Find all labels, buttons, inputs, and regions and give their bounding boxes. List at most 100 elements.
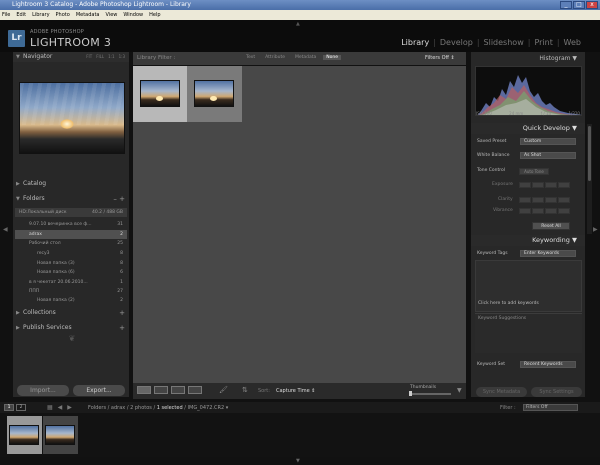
grid-cell[interactable] [187, 66, 242, 122]
nav-fit[interactable]: FIT [86, 52, 92, 62]
grid-cell-selected[interactable] [133, 66, 188, 122]
clarity-up[interactable] [545, 197, 557, 203]
filmstrip-filter-dropdown[interactable]: Filters Off [523, 404, 578, 411]
vibrance-up[interactable] [545, 208, 557, 214]
menu-photo[interactable]: Photo [56, 10, 70, 20]
filmstrip-thumbnail[interactable] [9, 425, 39, 445]
navigator-preview[interactable] [19, 82, 125, 154]
painter-icon[interactable]: 🖌 [219, 386, 228, 394]
folder-row-selected[interactable]: adrax 2 [15, 230, 127, 239]
reset-all-button[interactable]: Reset All [532, 222, 570, 230]
exposure-up[interactable] [545, 182, 557, 188]
grid-view-icon[interactable] [137, 386, 151, 394]
navigator-header[interactable]: ▼ Navigator FIT FILL 1:1 1:3 [13, 52, 129, 62]
photo-thumbnail[interactable] [140, 80, 180, 107]
module-web[interactable]: Web [560, 38, 585, 47]
sort-direction-icon[interactable]: ⇅ [242, 386, 248, 394]
close-button[interactable]: x [586, 1, 598, 9]
folder-row[interactable]: 9.07.10 вечеринка все ф... 31 [15, 220, 127, 229]
catalog-header[interactable]: ▶ Catalog [13, 179, 129, 189]
menu-help[interactable]: Help [149, 10, 160, 20]
module-slideshow[interactable]: Slideshow [480, 38, 528, 47]
add-collection-icon[interactable]: + [119, 308, 125, 318]
folder-row[interactable]: ППП 27 [15, 287, 127, 296]
menu-edit[interactable]: Edit [16, 10, 26, 20]
menu-metadata[interactable]: Metadata [76, 10, 100, 20]
menu-window[interactable]: Window [123, 10, 143, 20]
back-arrow-icon[interactable]: ◀ [58, 404, 63, 411]
folder-row[interactable]: в я чекетат 20.06.2010... 1 [15, 278, 127, 287]
folder-row[interactable]: Рабочий стол 25 [15, 239, 127, 248]
keyword-tags-dropdown[interactable]: Enter Keywords [520, 250, 576, 257]
nav-1-1[interactable]: 1:1 [108, 52, 114, 62]
drive-row[interactable]: HD:Локальный диск 40.2 / 488 GB [15, 208, 127, 217]
slider-handle[interactable] [409, 391, 412, 396]
compare-view-icon[interactable] [171, 386, 185, 394]
exposure-up-large[interactable] [558, 182, 570, 188]
folder-row[interactable]: Новая папка (3) 8 [15, 259, 127, 268]
right-panel-scrollbar[interactable] [587, 124, 592, 234]
folders-header[interactable]: ▼ Folders – + [13, 194, 129, 204]
publish-services-header[interactable]: ▶ Publish Services + [13, 323, 129, 333]
filter-presets-dropdown[interactable]: Filters Off ⇕ [425, 55, 455, 61]
clarity-down[interactable] [532, 197, 544, 203]
menu-library[interactable]: Library [32, 10, 49, 20]
keyword-set-dropdown[interactable]: Recent Keywords [520, 361, 576, 368]
folder-row[interactable]: recy3 8 [15, 249, 127, 258]
quick-develop-header[interactable]: Quick Develop ▼ [471, 123, 585, 134]
sort-dropdown[interactable]: Capture Time ⇕ [276, 388, 316, 394]
folder-row[interactable]: Новая папка (2) 2 [15, 296, 127, 305]
exposure-down[interactable] [532, 182, 544, 188]
vibrance-up-large[interactable] [558, 208, 570, 214]
add-publish-icon[interactable]: + [119, 323, 125, 333]
filmstrip-breadcrumb[interactable]: Folders / adrax / 2 photos / 1 selected … [88, 405, 228, 411]
module-develop[interactable]: Develop [436, 38, 477, 47]
import-button[interactable]: Import... [17, 385, 69, 396]
forward-arrow-icon[interactable]: ▶ [67, 404, 72, 411]
clarity-up-large[interactable] [558, 197, 570, 203]
histogram-header[interactable]: Histogram ▼ [471, 52, 585, 65]
histogram-chart[interactable] [475, 66, 582, 116]
saved-preset-dropdown[interactable]: Custom [520, 138, 576, 145]
filter-none-button[interactable]: None [323, 55, 342, 60]
nav-fill[interactable]: FILL [96, 52, 104, 62]
menu-view[interactable]: View [106, 10, 118, 20]
nav-1-3[interactable]: 1:3 [119, 52, 125, 62]
filter-text-button[interactable]: Text [243, 55, 258, 60]
module-print[interactable]: Print [530, 38, 556, 47]
auto-tone-button[interactable]: Auto Tone [519, 168, 549, 175]
menu-file[interactable]: File [2, 10, 10, 20]
display-2-button[interactable]: 2 [16, 404, 26, 411]
export-button[interactable]: Export... [73, 385, 125, 396]
bottom-panel-toggle-icon[interactable]: ▼ [296, 458, 300, 464]
thumbnail-size-slider[interactable] [409, 391, 451, 396]
minimize-button[interactable]: _ [560, 1, 572, 9]
toolbar-menu-icon[interactable]: ▼ [457, 387, 462, 394]
top-panel-toggle-icon[interactable]: ▲ [296, 21, 300, 27]
exposure-down-large[interactable] [519, 182, 531, 188]
module-library[interactable]: Library [397, 38, 433, 47]
left-panel-toggle-icon[interactable]: ◀ [3, 226, 8, 233]
right-panel-toggle-icon[interactable]: ▶ [593, 226, 598, 233]
filter-attribute-button[interactable]: Attribute [262, 55, 288, 60]
collections-header[interactable]: ▶ Collections + [13, 308, 129, 318]
clarity-down-large[interactable] [519, 197, 531, 203]
keywording-header[interactable]: Keywording ▼ [471, 235, 585, 246]
add-folder-icon[interactable]: – + [113, 194, 125, 204]
white-balance-dropdown[interactable]: As Shot [520, 152, 576, 159]
vibrance-down-large[interactable] [519, 208, 531, 214]
filter-metadata-button[interactable]: Metadata [292, 55, 319, 60]
sync-settings-button[interactable]: Sync Settings [531, 387, 582, 397]
loupe-view-icon[interactable] [154, 386, 168, 394]
filmstrip-cell[interactable] [43, 416, 78, 454]
maximize-button[interactable]: □ [573, 1, 585, 9]
vibrance-down[interactable] [532, 208, 544, 214]
display-1-button[interactable]: 1 [4, 404, 14, 411]
filmstrip-cell-selected[interactable] [7, 416, 42, 454]
filmstrip-thumbnail[interactable] [45, 425, 75, 445]
sync-metadata-button[interactable]: Sync Metadata [476, 387, 527, 397]
grid-icon[interactable]: ▦ [47, 404, 53, 411]
survey-view-icon[interactable] [188, 386, 202, 394]
photo-thumbnail[interactable] [194, 80, 234, 107]
folder-row[interactable]: Новая папка (6) 6 [15, 268, 127, 277]
